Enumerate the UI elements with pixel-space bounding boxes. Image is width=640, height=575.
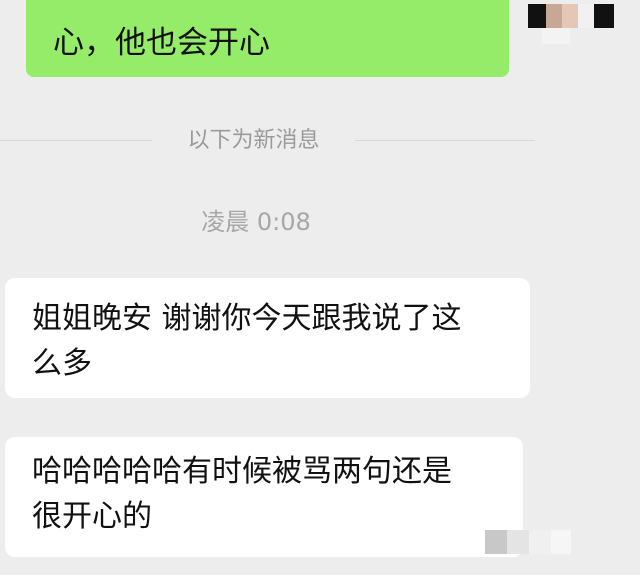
received-message-bubble[interactable]: 哈哈哈哈哈有时候被骂两句还是 很开心的 (5, 437, 523, 557)
watermark-mosaic (485, 530, 571, 554)
received-message-text: 姐姐晚安 谢谢你今天跟我说了这 么多 (32, 296, 462, 386)
sent-message-text: 心，他也会开心 (53, 25, 270, 61)
received-message-text: 哈哈哈哈哈有时候被骂两句还是 很开心的 (32, 449, 452, 539)
received-message-bubble[interactable]: 姐姐晚安 谢谢你今天跟我说了这 么多 (5, 278, 530, 398)
message-line: 哈哈哈哈哈有时候被骂两句还是 (32, 454, 452, 489)
avatar-mosaic-fragment (542, 28, 570, 44)
message-line: 么多 (32, 346, 92, 381)
chat-area: 心，他也会开心 以下为新消息 凌晨 0:08 姐姐晚安 谢谢你今天跟我说了这 么… (0, 0, 640, 575)
new-messages-label: 以下为新消息 (187, 128, 320, 153)
divider-line-left (0, 140, 152, 141)
message-timestamp: 凌晨 0:08 (201, 208, 311, 236)
avatar[interactable] (528, 4, 614, 28)
message-line: 很开心的 (32, 499, 152, 534)
new-messages-divider: 以下为新消息 (0, 125, 640, 157)
sent-message-bubble[interactable]: 心，他也会开心 (26, 0, 509, 77)
message-line: 姐姐晚安 谢谢你今天跟我说了这 (32, 301, 462, 336)
divider-line-right (355, 140, 535, 141)
